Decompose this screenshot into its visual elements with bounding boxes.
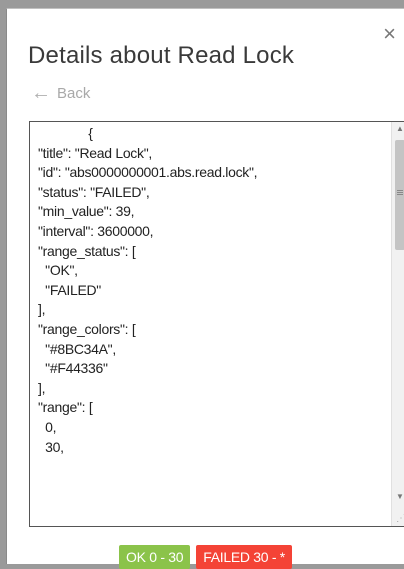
dialog-title: Details about Read Lock — [28, 42, 295, 69]
legend-chip-failed: FAILED 30 - * — [196, 545, 292, 569]
arrow-left-icon: ← — [31, 82, 51, 104]
resize-handle-icon[interactable]: ⋰ — [396, 513, 404, 524]
json-textarea[interactable]: { "title": "Read Lock", "id": "abs000000… — [29, 121, 404, 527]
legend-chip-ok: OK 0 - 30 — [119, 545, 191, 569]
scroll-down-icon[interactable]: ▼ — [392, 490, 404, 504]
close-icon[interactable]: × — [383, 23, 396, 45]
scrollbar-thumb[interactable] — [395, 140, 404, 250]
details-dialog: × Details about Read Lock ← Back { "titl… — [6, 8, 404, 569]
range-legend: OK 0 - 30 FAILED 30 - * — [7, 545, 404, 569]
vertical-scrollbar[interactable]: ▲ ▼ — [391, 122, 404, 526]
back-label: Back — [57, 84, 91, 102]
json-content: { "title": "Read Lock", "id": "abs000000… — [38, 125, 258, 455]
scroll-up-icon[interactable]: ▲ — [392, 122, 404, 136]
back-button[interactable]: ← Back — [31, 83, 90, 103]
